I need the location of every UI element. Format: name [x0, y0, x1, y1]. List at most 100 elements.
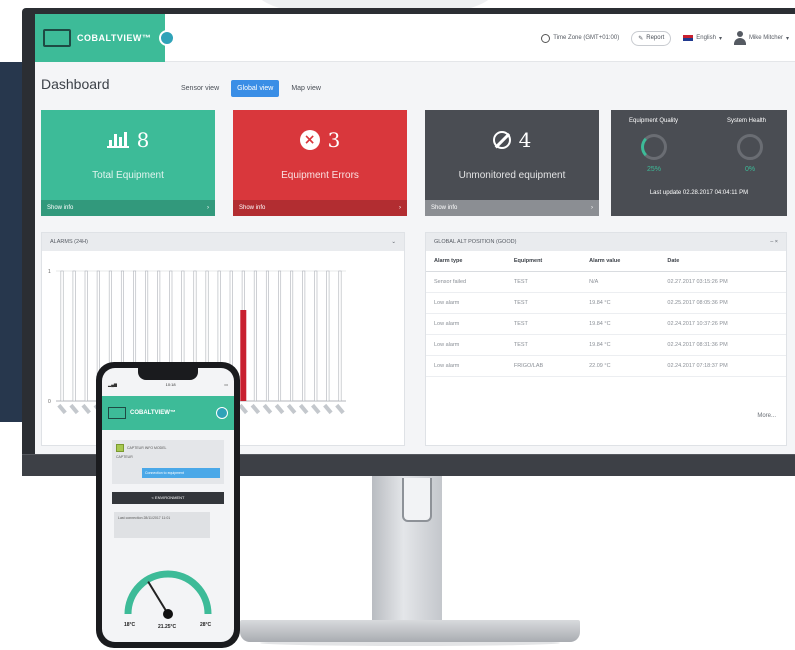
show-info-label: Show info [431, 205, 458, 211]
unmonitored-show-info-link[interactable]: Show info › [425, 200, 599, 216]
chart-bar-slot [72, 270, 76, 402]
ban-icon [492, 131, 511, 149]
table-row[interactable]: Low alarm TEST 19.84 °C 02.24.2017 10:37… [426, 313, 786, 335]
phone-time: 10:18 [165, 382, 176, 387]
chart-bar-slot [338, 270, 342, 402]
x-tick-mark [274, 403, 285, 415]
signal-icon: ▂▄▆ [108, 382, 117, 387]
cell-alarm-type: Low alarm [426, 355, 506, 377]
environment-bar[interactable]: < ENVIRONMENT [112, 492, 224, 504]
top-navbar: COBALTVIEW™ Time Zone (GMT+01:00) ✎ Repo… [35, 14, 795, 62]
cell-equipment: TEST [505, 313, 582, 335]
brand-logo[interactable]: COBALTVIEW™ [35, 14, 165, 62]
health-value: 0% [745, 166, 756, 173]
user-menu[interactable]: Mike Mitcher ▾ [733, 31, 789, 45]
table-header-row: Alarm type Equipment Alarm value Date [426, 251, 786, 272]
system-health-label: System Health [727, 118, 767, 124]
smartphone: ▂▄▆ 10:18 ▭ COBALTVIEW™ CAPTEUR INFO MOD… [96, 362, 240, 648]
x-tick-mark [335, 403, 345, 415]
cell-alarm-type: Sensor failed [426, 271, 506, 293]
timezone-selector[interactable]: Time Zone (GMT+01:00) [541, 33, 619, 43]
gauge-max-label: 28°C [200, 622, 212, 628]
alarm-table-header: GLOBAL ALT POSITION (GOOD) – × [426, 233, 786, 251]
total-equipment-label: Total Equipment [92, 170, 164, 181]
chevron-right-icon: › [207, 205, 209, 211]
alarms-panel-header: ALARMS (24H) ⌄ [42, 233, 404, 251]
gauge-arc [124, 570, 212, 615]
equipment-errors-card: × 3 Equipment Errors Show info › [233, 110, 407, 216]
cell-alarm-type: Low alarm [426, 313, 506, 335]
logo-mark-icon [43, 29, 71, 47]
alarms-panel-title: ALARMS (24H) [50, 239, 88, 245]
show-info-label: Show info [239, 205, 266, 211]
monitor-stand-base [240, 620, 580, 642]
equipment-errors-count: 3 [327, 128, 341, 152]
phone-logo-text: COBALTVIEW™ [130, 410, 176, 416]
table-row[interactable]: Low alarm TEST 19.84 °C 02.25.2017 08:05… [426, 292, 786, 314]
chart-bar [240, 310, 247, 401]
table-row[interactable]: Low alarm TEST 19.84 °C 02.24.2017 08:31… [426, 334, 786, 356]
tab-sensor-view[interactable]: Sensor view [175, 80, 225, 97]
chevron-down-icon: ▾ [718, 35, 722, 42]
logo-text: COBALTVIEW™ [77, 33, 152, 43]
col-alarm-type: Alarm type [426, 251, 506, 272]
marketing-stage: COBALTVIEW™ Time Zone (GMT+01:00) ✎ Repo… [0, 0, 795, 650]
show-info-label: Show info [47, 205, 74, 211]
col-alarm-value: Alarm value [581, 251, 660, 272]
table-row[interactable]: Low alarm FRIGO/LAB 22.09 °C 02.24.2017 … [426, 355, 786, 377]
language-selector[interactable]: English ▾ [683, 35, 722, 42]
cell-date: 02.24.2017 10:37:26 PM [659, 313, 786, 335]
cell-alarm-type: Low alarm [426, 334, 506, 356]
alarm-table-title: GLOBAL ALT POSITION (GOOD) [434, 239, 517, 245]
chart-bar-slot [314, 270, 318, 402]
cell-date: 02.24.2017 08:31:36 PM [659, 334, 786, 356]
connect-equipment-button[interactable]: Connection to equipment [142, 468, 220, 478]
battery-icon: ▭ [224, 382, 228, 387]
sensor-checkbox[interactable]: CAPTEUR INFO MODEL [116, 444, 220, 452]
cell-equipment: TEST [505, 292, 582, 314]
sensor-check-label: CAPTEUR INFO MODEL [127, 446, 167, 450]
phone-status-bar: ▂▄▆ 10:18 ▭ [102, 382, 234, 392]
health-ring-gauge [737, 134, 763, 160]
x-tick-mark [311, 403, 321, 415]
col-equipment: Equipment [505, 251, 582, 272]
total-show-info-link[interactable]: Show info › [41, 200, 215, 216]
tab-map-view[interactable]: Map view [285, 80, 327, 97]
x-circle-icon: × [299, 130, 320, 150]
panel-controls-icon[interactable]: – × [770, 239, 778, 245]
tab-global-view[interactable]: Global view [231, 80, 280, 97]
chart-bar-slot [265, 270, 269, 402]
x-tick-mark [81, 403, 91, 415]
cell-date: 02.24.2017 07:18:37 PM [659, 355, 786, 377]
sidebar-toggle-button[interactable] [159, 30, 175, 46]
table-row[interactable]: Sensor failed TEST N/A 02.27.2017 03:15:… [426, 271, 786, 293]
quality-health-card: Equipment Quality System Health 25% 0% L… [611, 110, 787, 216]
collapse-icon[interactable]: ⌄ [391, 239, 396, 245]
cell-alarm-value: 19.84 °C [581, 292, 660, 314]
phone-menu-toggle[interactable] [216, 407, 228, 419]
cell-alarm-value: 22.09 °C [581, 355, 660, 377]
sensor-sub-label: CAPTEUR [116, 455, 133, 459]
chart-bar-slot [290, 270, 294, 402]
alarm-table-panel: GLOBAL ALT POSITION (GOOD) – × Alarm typ… [425, 232, 787, 446]
gauge-needle [147, 581, 169, 615]
cell-equipment: TEST [505, 334, 582, 356]
unmonitored-equipment-card: 4 Unmonitored equipment Show info › [425, 110, 599, 216]
more-link[interactable]: More... [757, 413, 776, 419]
phone-sensor-card: CAPTEUR INFO MODEL CAPTEUR Connection to… [112, 440, 224, 484]
chart-bar-slot [302, 270, 306, 402]
report-label: Report [646, 35, 665, 41]
cell-alarm-value: 19.84 °C [581, 313, 660, 335]
view-tabs: Sensor view Global view Map view [175, 80, 327, 97]
pen-icon: ✎ [638, 35, 644, 42]
errors-show-info-link[interactable]: Show info › [233, 200, 407, 216]
x-tick-mark [262, 403, 273, 415]
x-tick-mark [298, 403, 309, 415]
report-button[interactable]: ✎ Report [631, 30, 672, 46]
cell-equipment: FRIGO/LAB [505, 355, 582, 377]
chart-bar-slot [253, 270, 257, 402]
phone-notch [138, 368, 198, 380]
total-equipment-count: 8 [136, 128, 150, 152]
last-update-text: Last update 02.28.2017 04:04:11 PM [649, 190, 749, 196]
x-tick-mark [286, 403, 297, 415]
